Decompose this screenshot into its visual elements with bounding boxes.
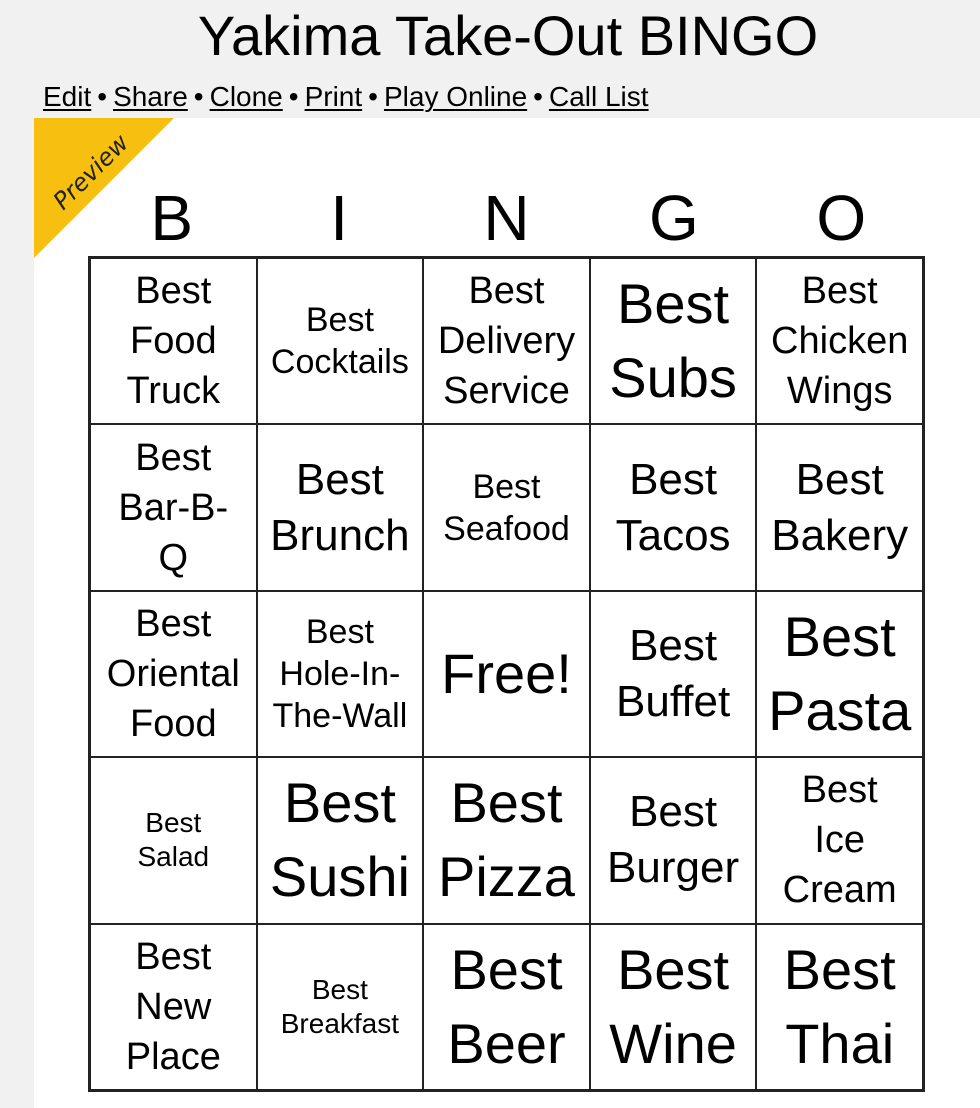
bingo-cell: Best Buffet — [589, 590, 757, 758]
nav-separator: • — [368, 81, 378, 112]
bingo-cell: Best Delivery Service — [423, 258, 590, 425]
header-letter-g: G — [649, 182, 699, 254]
header-letter-b: B — [150, 182, 194, 254]
bingo-header: B I N G O — [88, 180, 925, 256]
bingo-cell: Best Bakery — [756, 424, 923, 591]
bingo-cell: Best Beer — [423, 923, 590, 1090]
bingo-cell: Best Subs — [589, 258, 757, 425]
page-title: Yakima Take-Out BINGO — [197, 4, 819, 67]
bingo-grid: Best Food Truck Best Cocktails Best Deli… — [88, 256, 925, 1092]
nav-separator: • — [97, 81, 108, 112]
header-letter-i: I — [330, 182, 348, 254]
bingo-cell: Best Wine — [589, 923, 757, 1090]
action-nav: Edit • Share • Clone • Print • Play Online • Call … — [43, 80, 649, 114]
edit-link[interactable]: Edit — [43, 81, 91, 112]
bingo-cell: Best Breakfast — [256, 923, 424, 1090]
free-space: Free! — [423, 590, 590, 758]
bingo-cell: Best Sushi — [256, 757, 424, 924]
bingo-cell: Best Food Truck — [90, 258, 257, 425]
bingo-cell: Best Hole-In- The-Wall — [256, 590, 424, 758]
play-online-link[interactable]: Play Online — [384, 81, 527, 112]
bingo-cell: Best Ice Cream — [756, 757, 923, 924]
nav-separator: • — [533, 81, 543, 112]
bingo-card: Preview B I N G O Best Food Truck Best C… — [34, 118, 980, 1108]
bingo-cell: Best Cocktails — [256, 258, 424, 425]
bingo-cell: Best New Place — [90, 923, 257, 1090]
nav-separator: • — [193, 81, 204, 112]
bingo-cell: Best Pasta — [756, 590, 923, 758]
bingo-cell: Best Thai — [756, 923, 923, 1090]
bingo-cell: Best Bar-B- Q — [90, 424, 257, 591]
bingo-cell: Best Brunch — [256, 424, 424, 591]
call-list-link[interactable]: Call List — [549, 81, 649, 112]
nav-separator: • — [288, 81, 299, 112]
clone-link[interactable]: Clone — [210, 81, 283, 112]
header-letter-o: O — [816, 182, 867, 254]
bingo-cell: Best Oriental Food — [90, 590, 257, 758]
bingo-cell: Best Chicken Wings — [756, 258, 923, 425]
bingo-cell: Best Salad — [90, 757, 257, 924]
bingo-cell: Best Seafood — [423, 424, 590, 591]
bingo-cell: Best Pizza — [423, 757, 590, 924]
bingo-cell: Best Burger — [589, 757, 757, 924]
header-letter-n: N — [483, 182, 530, 254]
print-link[interactable]: Print — [305, 81, 363, 112]
bingo-cell: Best Tacos — [589, 424, 757, 591]
share-link[interactable]: Share — [113, 81, 188, 112]
